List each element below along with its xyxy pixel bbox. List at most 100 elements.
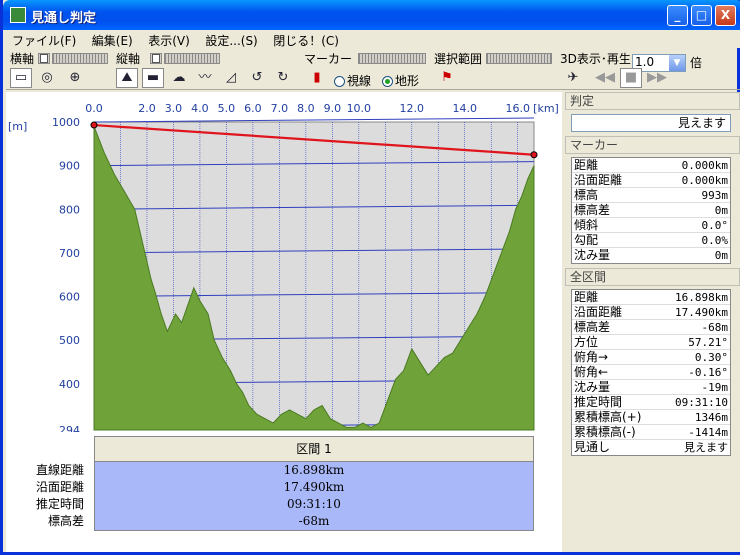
title-bar[interactable]: 見通し判定 _ □ X bbox=[3, 0, 740, 30]
y-tick-label: 1000 bbox=[52, 116, 80, 129]
x-tick-label: 9.0 bbox=[324, 102, 342, 115]
rewind-icon[interactable]: ◀◀ bbox=[594, 68, 616, 88]
mountain-icon[interactable]: ⛰ bbox=[116, 68, 138, 88]
total-row: 沿面距離 17.490km bbox=[572, 305, 730, 320]
rotate-left-icon[interactable]: ↺ bbox=[246, 68, 268, 88]
marker-info-table: 距離 0.000km 沿面距離 0.000km 標高 993m 標高差 0m 傾斜 0.0° 勾配 0… bbox=[571, 157, 731, 264]
horizontal-axis-slider[interactable] bbox=[38, 53, 50, 64]
chevron-down-icon[interactable]: ▼ bbox=[669, 55, 685, 71]
marker-key: 沈み量 bbox=[574, 248, 611, 262]
total-value: 1346m bbox=[694, 411, 728, 424]
total-row: 標高差 -68m bbox=[572, 320, 730, 335]
x-tick-label: 0.0 bbox=[85, 102, 103, 115]
marker-value: 993m bbox=[701, 189, 729, 202]
x-tick-label: 14.0 bbox=[452, 102, 477, 115]
total-key: 方位 bbox=[574, 335, 599, 349]
vertical-axis-scale[interactable] bbox=[164, 53, 220, 64]
cloud-icon[interactable]: ☁ bbox=[168, 68, 190, 88]
total-value: -68m bbox=[701, 321, 729, 334]
wave-icon[interactable]: 〰 bbox=[194, 68, 216, 88]
x-tick-label: 2.0 bbox=[138, 102, 156, 115]
horizontal-axis-label: 横軸 bbox=[10, 52, 35, 66]
x-tick-label: 16.0 bbox=[505, 102, 530, 115]
total-value: 17.490km bbox=[675, 306, 728, 319]
marker-pin-icon[interactable]: ▮ bbox=[306, 68, 328, 88]
maximize-button[interactable]: □ bbox=[691, 5, 712, 26]
marker-key: 沿面距離 bbox=[574, 173, 623, 187]
close-button[interactable]: X bbox=[715, 5, 736, 26]
end-marker bbox=[530, 151, 538, 159]
horizontal-axis-scale[interactable] bbox=[52, 53, 108, 64]
vertical-axis-slider[interactable] bbox=[150, 53, 162, 64]
total-info-table: 距離 16.898km 沿面距離 17.490km 標高差 -68m 方位 57.21° 俯角→… bbox=[571, 289, 731, 456]
rotate-right-icon[interactable]: ↻ bbox=[272, 68, 294, 88]
marker-key: 傾斜 bbox=[574, 218, 599, 232]
horizontal-axis-group: 横軸 ▭ ◎ ⊕ bbox=[8, 50, 112, 90]
marker-row: 沿面距離 0.000km bbox=[572, 173, 730, 188]
app-icon bbox=[10, 7, 26, 23]
marker-value: 0m bbox=[714, 204, 728, 217]
marker-key: 標高差 bbox=[574, 203, 611, 217]
value-straight-distance: 16.898km bbox=[283, 463, 345, 477]
label-surface-distance: 沿面距離 bbox=[35, 480, 84, 494]
playback-label: 3D表示･再生 bbox=[560, 52, 631, 66]
section-header[interactable]: 区間 1 bbox=[94, 436, 534, 462]
y-tick-label: 400 bbox=[59, 378, 80, 391]
y-tick-label: 800 bbox=[59, 203, 80, 216]
h-gridline bbox=[93, 117, 535, 123]
radio-terrain[interactable]: 地形 bbox=[382, 72, 419, 89]
fast-forward-icon[interactable]: ▶▶ bbox=[646, 68, 668, 88]
x-tick-label: 3.0 bbox=[165, 102, 183, 115]
x-tick-label: 5.0 bbox=[218, 102, 236, 115]
marker-group: マーカー ▮ 視線 地形 bbox=[302, 50, 430, 90]
x-tick-label: 6.0 bbox=[244, 102, 262, 115]
y-tick-label: 600 bbox=[59, 291, 80, 304]
ruler-icon[interactable]: ▭ bbox=[10, 68, 32, 88]
vertical-axis-label: 縦軸 bbox=[116, 52, 141, 66]
marker-key: 距離 bbox=[574, 158, 599, 172]
x-tick-label: 4.0 bbox=[191, 102, 209, 115]
zoom-icon[interactable]: ⊕ bbox=[64, 68, 86, 88]
radio-sight[interactable]: 視線 bbox=[334, 72, 371, 89]
x-unit-label: [km] bbox=[533, 102, 559, 115]
total-key: 推定時間 bbox=[574, 395, 623, 409]
window-title: 見通し判定 bbox=[31, 11, 97, 26]
selection-scale[interactable] bbox=[486, 53, 552, 64]
marker-value: 0.0° bbox=[701, 219, 729, 232]
y-unit-label: [m] bbox=[8, 120, 27, 133]
total-row: 沈み量 -19m bbox=[572, 380, 730, 395]
marker-row: 標高差 0m bbox=[572, 203, 730, 218]
toolbar: 横軸 ▭ ◎ ⊕ 縦軸 ⛰ ▬ ☁ 〰 ◿ ↺ ↻ マーカー ▮ 視線 地形 選… bbox=[6, 48, 740, 90]
stop-icon[interactable]: ■ bbox=[620, 68, 642, 88]
x-tick-label: 12.0 bbox=[400, 102, 425, 115]
total-key: 俯角← bbox=[574, 365, 609, 379]
main-window: 見通し判定 _ □ X ファイル(F) 編集(E) 表示(V) 設定...(S)… bbox=[0, 0, 740, 555]
vertical-axis-group: 縦軸 ⛰ ▬ ☁ 〰 ◿ ↺ ↻ bbox=[114, 50, 304, 90]
total-row: 推定時間 09:31:10 bbox=[572, 395, 730, 410]
playback-group: 3D表示･再生 1.0 ▼ 倍 ✈ ◀◀ ■ ▶▶ bbox=[558, 50, 738, 90]
view-3d-icon[interactable]: ✈ bbox=[562, 68, 584, 88]
selection-group: 選択範囲 ⚑ bbox=[432, 50, 556, 90]
total-value: 16.898km bbox=[675, 291, 728, 304]
minimize-button[interactable]: _ bbox=[667, 5, 688, 26]
marker-key: 勾配 bbox=[574, 233, 599, 247]
total-value: -1414m bbox=[688, 426, 728, 439]
y-tick-label: 900 bbox=[59, 160, 80, 173]
compass-icon[interactable]: ◎ bbox=[36, 68, 58, 88]
x-tick-label: 10.0 bbox=[347, 102, 372, 115]
total-row: 累積標高(+) 1346m bbox=[572, 410, 730, 425]
total-key: 標高差 bbox=[574, 320, 611, 334]
total-key: 沿面距離 bbox=[574, 305, 623, 319]
selection-pin-icon[interactable]: ⚑ bbox=[436, 68, 458, 88]
y-tick-label: 500 bbox=[59, 334, 80, 347]
slope-icon[interactable]: ◿ bbox=[220, 68, 242, 88]
flat-icon[interactable]: ▬ bbox=[142, 68, 164, 88]
section-row-labels: 直線距離 沿面距離 推定時間 標高差 bbox=[6, 462, 84, 530]
marker-value: 0.000km bbox=[681, 159, 728, 172]
marker-scale[interactable] bbox=[358, 53, 426, 64]
value-surface-distance: 17.490km bbox=[283, 480, 345, 494]
speed-unit: 倍 bbox=[690, 56, 703, 70]
total-value: -19m bbox=[701, 381, 729, 394]
total-section-title: 全区間 bbox=[565, 268, 740, 286]
total-key: 累積標高(-) bbox=[574, 425, 636, 439]
